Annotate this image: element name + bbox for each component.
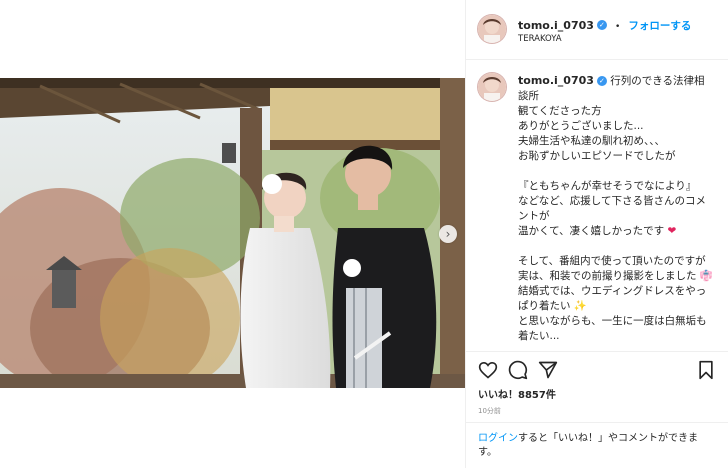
login-link[interactable]: ログイン xyxy=(478,433,518,444)
sparkle-emoji-icon: ✨ xyxy=(573,300,587,312)
share-icon[interactable] xyxy=(538,360,558,380)
login-prompt: ログインすると「いいね！」やコメントができます。 xyxy=(478,432,716,460)
likes-count[interactable]: いいね！8857件 xyxy=(478,386,556,401)
caption-line: などなど、応援して下さる皆さんのコメントが xyxy=(518,195,706,222)
post-caption: tomo.i_0703 ✓ 行列のできる法律相談所 観てくださった方 ありがとうご… xyxy=(518,73,713,344)
kimono-emoji-icon: 👘 xyxy=(699,270,713,282)
bookmark-icon[interactable] xyxy=(696,360,716,380)
caption-line: お恥ずかしいエピソードでしたが xyxy=(518,150,676,162)
caption-line: 観てくださった方 xyxy=(518,105,602,117)
caption-line: 夫婦生活や私達の馴れ初め、、、 xyxy=(518,135,665,147)
post-timestamp[interactable]: 10分前 xyxy=(478,406,501,416)
caption-line: そして、番組内で使って頂いたのですが xyxy=(518,255,706,267)
wedding-photo xyxy=(0,78,465,388)
post-media-area: › xyxy=(0,0,466,468)
caption-line: 温かくて、凄く嬉しかったです xyxy=(518,225,665,237)
separator-dot: • xyxy=(615,22,621,32)
heart-icon[interactable] xyxy=(478,360,498,380)
location-link[interactable]: TERAKOYA xyxy=(518,34,562,44)
verified-badge-icon: ✓ xyxy=(596,76,607,86)
username-link[interactable]: tomo.i_0703 xyxy=(518,19,594,32)
avatar[interactable] xyxy=(478,15,506,43)
post-actions-bar xyxy=(466,351,728,386)
caption-line: と思いながらも、一生に一度は白無垢も着たい... xyxy=(518,315,707,342)
caption-line: 実は、和装での前撮り撮影をしました xyxy=(518,270,697,282)
follow-button[interactable]: フォローする xyxy=(628,20,691,32)
post-header: tomo.i_0703 ✓ • フォローする TERAKOYA xyxy=(466,0,728,60)
caption-line: ありがとうございました... xyxy=(518,120,644,132)
caption-username[interactable]: tomo.i_0703 xyxy=(518,74,594,87)
comment-icon[interactable] xyxy=(508,360,528,380)
comments-area[interactable]: tomo.i_0703 ✓ 行列のできる法律相談所 観てくださった方 ありがとうご… xyxy=(466,60,728,350)
caption-line: 結婚式では、ウエディングドレスをやっぱり着たい xyxy=(518,285,707,312)
verified-badge-icon: ✓ xyxy=(596,19,607,30)
chevron-right-icon[interactable]: › xyxy=(439,225,457,243)
login-prompt-bar: ログインすると「いいね！」やコメントができます。 xyxy=(466,422,728,469)
instagram-post-window: › tomo.i_0703 ✓ • フォローする TERAKOYA tomo.i… xyxy=(0,0,728,468)
heart-emoji-icon: ❤ xyxy=(667,225,677,237)
caption-line: 『ともちゃんが幸せそうでなにより』 xyxy=(518,180,697,192)
header-user-row: tomo.i_0703 ✓ • フォローする xyxy=(518,14,691,33)
caption-avatar[interactable] xyxy=(478,73,506,101)
post-side-panel: tomo.i_0703 ✓ • フォローする TERAKOYA tomo.i_07… xyxy=(466,0,728,468)
